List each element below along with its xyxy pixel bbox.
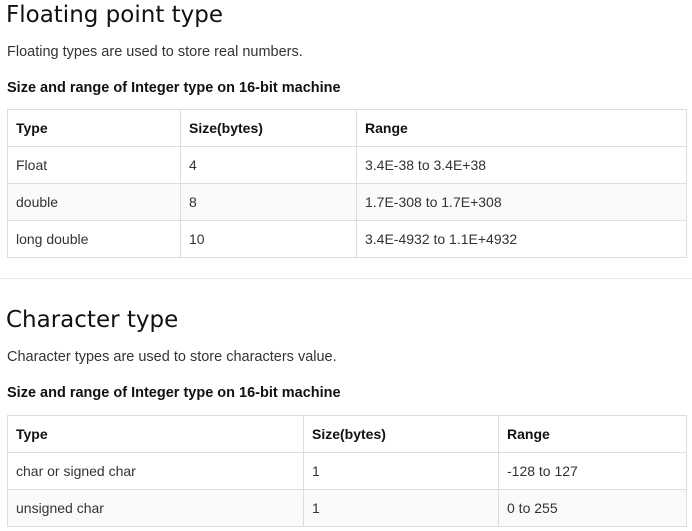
- section-description: Character types are used to store charac…: [7, 349, 337, 365]
- header-type: Type: [7, 415, 304, 453]
- cell-size: 1: [303, 489, 499, 527]
- section-title: Floating point type: [6, 2, 224, 28]
- cell-size: 8: [180, 183, 357, 221]
- table-caption: Size and range of Integer type on 16-bit…: [7, 80, 341, 96]
- header-type: Type: [7, 109, 181, 147]
- cell-size: 1: [303, 452, 499, 490]
- cell-size: 10: [180, 220, 357, 258]
- table-caption: Size and range of Integer type on 16-bit…: [7, 385, 341, 401]
- cell-range: 3.4E-4932 to 1.1E+4932: [356, 220, 687, 258]
- section-divider: [0, 278, 692, 279]
- cell-range: 0 to 255: [498, 489, 687, 527]
- cell-size: 4: [180, 146, 357, 184]
- cell-type: unsigned char: [7, 489, 304, 527]
- cell-range: 1.7E-308 to 1.7E+308: [356, 183, 687, 221]
- table-row: char or signed char 1 -128 to 127: [7, 452, 687, 490]
- table-header-row: Type Size(bytes) Range: [7, 415, 687, 453]
- cell-type: char or signed char: [7, 452, 304, 490]
- character-type-table: Type Size(bytes) Range char or signed ch…: [7, 415, 687, 527]
- header-range: Range: [356, 109, 687, 147]
- header-size: Size(bytes): [180, 109, 357, 147]
- section-title: Character type: [6, 307, 179, 333]
- table-row: Float 4 3.4E-38 to 3.4E+38: [7, 146, 687, 184]
- header-size: Size(bytes): [303, 415, 499, 453]
- header-range: Range: [498, 415, 687, 453]
- cell-type: long double: [7, 220, 181, 258]
- table-row: unsigned char 1 0 to 255: [7, 489, 687, 527]
- section-description: Floating types are used to store real nu…: [7, 44, 303, 60]
- table-header-row: Type Size(bytes) Range: [7, 109, 687, 147]
- cell-range: -128 to 127: [498, 452, 687, 490]
- floating-type-table: Type Size(bytes) Range Float 4 3.4E-38 t…: [7, 109, 687, 258]
- cell-range: 3.4E-38 to 3.4E+38: [356, 146, 687, 184]
- character-type-section: Character type Character types are used …: [0, 305, 692, 531]
- table-row: double 8 1.7E-308 to 1.7E+308: [7, 183, 687, 221]
- floating-point-section: Floating point type Floating types are u…: [0, 0, 692, 278]
- cell-type: Float: [7, 146, 181, 184]
- cell-type: double: [7, 183, 181, 221]
- table-row: long double 10 3.4E-4932 to 1.1E+4932: [7, 220, 687, 258]
